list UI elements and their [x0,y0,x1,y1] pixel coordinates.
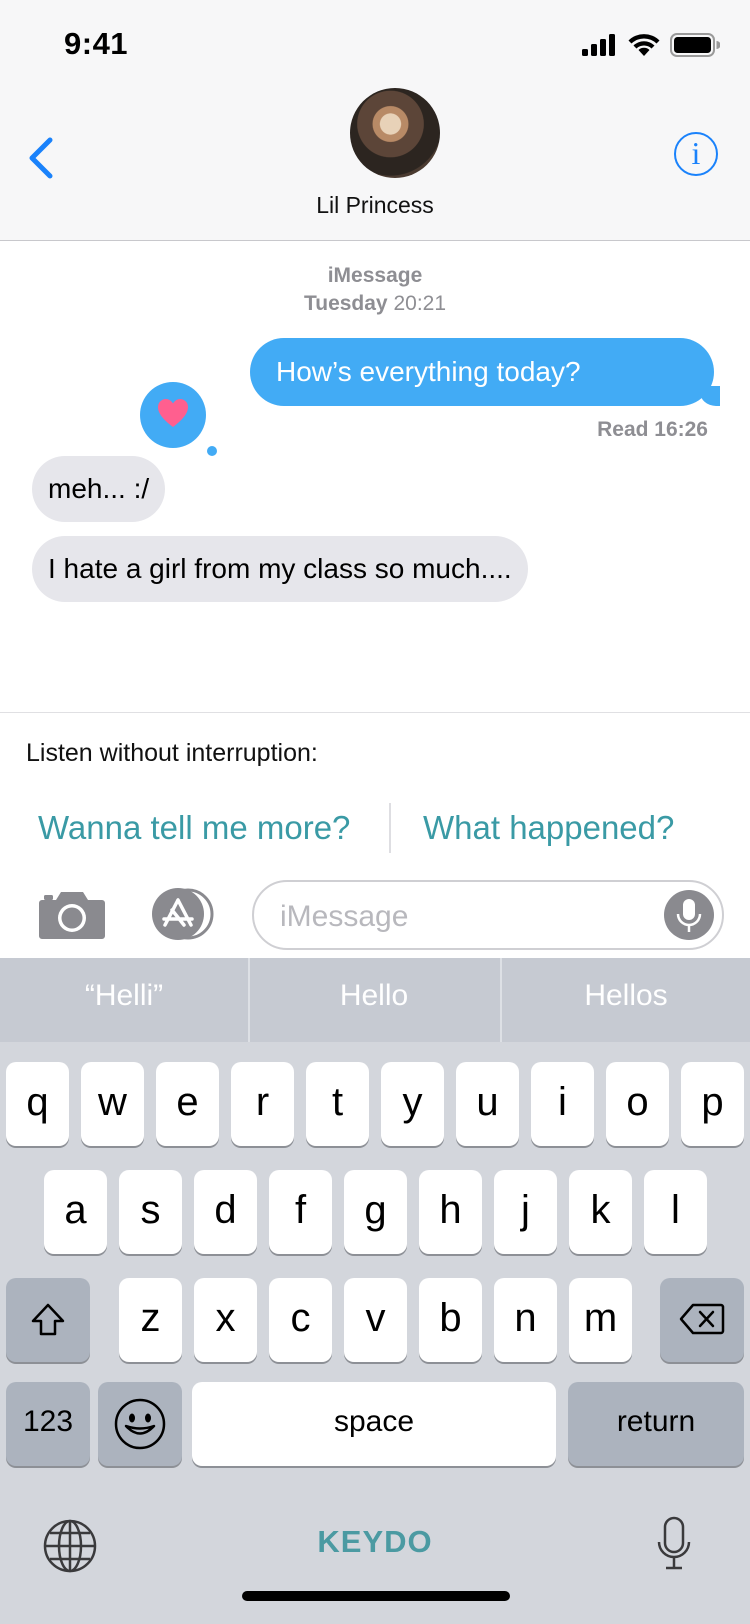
keyboard-brand: KEYDO [317,1524,433,1559]
delete-key[interactable] [660,1278,744,1362]
message-thread: iMessage Tuesday 20:21 How’s everything … [0,242,750,712]
key[interactable]: c [269,1278,332,1362]
tapback-dot [207,446,217,456]
incoming-message-text: meh... :/ [48,473,150,504]
home-indicator[interactable] [242,1591,510,1601]
outgoing-message-bubble[interactable]: How’s everything today? [250,338,720,406]
key[interactable]: k [569,1170,632,1254]
shift-key[interactable] [6,1278,90,1362]
key[interactable]: z [119,1278,182,1362]
timestamp-time: 20:21 [393,292,447,315]
message-timestamp: Tuesday 20:21 [0,292,750,316]
conversation-header: Lil Princess i [0,88,750,241]
bubble-tail [700,386,720,406]
key[interactable]: s [119,1170,182,1254]
battery-icon [670,33,720,57]
emoji-icon [114,1398,166,1450]
heart-icon [158,399,188,427]
read-receipt: Read 16:26 [597,418,708,441]
key[interactable]: g [344,1170,407,1254]
app-store-icon[interactable] [148,888,218,940]
incoming-message-text: I hate a girl from my class so much.... [48,553,512,584]
wifi-icon [628,34,660,56]
microphone-icon [676,899,702,932]
key[interactable]: v [344,1278,407,1362]
suggestions-heading: Listen without interruption: [26,739,318,767]
incoming-message-bubble[interactable]: meh... :/ [32,456,166,522]
return-key[interactable]: return [568,1382,744,1466]
key[interactable]: u [456,1062,519,1146]
key[interactable]: e [156,1062,219,1146]
key[interactable]: o [606,1062,669,1146]
reply-suggestions-panel: Listen without interruption: Wanna tell … [0,712,750,872]
key[interactable]: y [381,1062,444,1146]
key[interactable]: r [231,1062,294,1146]
keyboard: “Helli” Hello Hellos q w e r t y u i o p… [0,958,750,1624]
key[interactable]: d [194,1170,257,1254]
key[interactable]: m [569,1278,632,1362]
info-button[interactable]: i [674,132,718,176]
camera-icon[interactable] [38,886,106,942]
timestamp-day: Tuesday [303,292,388,315]
key[interactable]: n [494,1278,557,1362]
prediction-item[interactable]: Hellos [502,958,750,1042]
key[interactable]: x [194,1278,257,1362]
service-label: iMessage [327,264,423,287]
message-input-placeholder: iMessage [280,900,409,933]
key[interactable]: h [419,1170,482,1254]
voice-message-button[interactable] [664,890,714,940]
key[interactable]: l [644,1170,707,1254]
emoji-key[interactable] [98,1382,182,1466]
back-chevron-icon[interactable] [22,128,62,188]
key[interactable]: p [681,1062,744,1146]
contact-name[interactable]: Lil Princess [0,192,750,219]
contact-avatar[interactable] [350,88,440,178]
prediction-item[interactable]: “Helli” [0,958,248,1042]
message-input[interactable]: iMessage [252,880,724,950]
incoming-message-bubble[interactable]: I hate a girl from my class so much.... [32,536,528,602]
prediction-item[interactable]: Hello [250,958,498,1042]
suggestion-button[interactable]: What happened? [423,809,674,847]
shift-icon [31,1303,65,1336]
key[interactable]: a [44,1170,107,1254]
key[interactable]: b [419,1278,482,1362]
suggestion-button[interactable]: Wanna tell me more? [38,809,350,847]
key[interactable]: w [81,1062,144,1146]
key[interactable]: i [531,1062,594,1146]
key[interactable]: f [269,1170,332,1254]
cellular-signal-icon [582,34,615,56]
outgoing-message-text: How’s everything today? [276,356,581,387]
dictation-microphone-icon[interactable] [656,1516,692,1572]
status-bar: 9:41 [0,0,750,88]
key[interactable]: t [306,1062,369,1146]
predictive-bar: “Helli” Hello Hellos [0,958,750,1042]
backspace-icon [679,1303,725,1335]
compose-bar: iMessage [0,872,750,958]
status-time: 9:41 [64,26,129,61]
status-icons [582,30,720,60]
suggestion-divider [389,803,391,853]
key[interactable]: q [6,1062,69,1146]
space-key[interactable]: space [192,1382,556,1466]
numbers-key[interactable]: 123 [6,1382,90,1466]
key[interactable]: j [494,1170,557,1254]
